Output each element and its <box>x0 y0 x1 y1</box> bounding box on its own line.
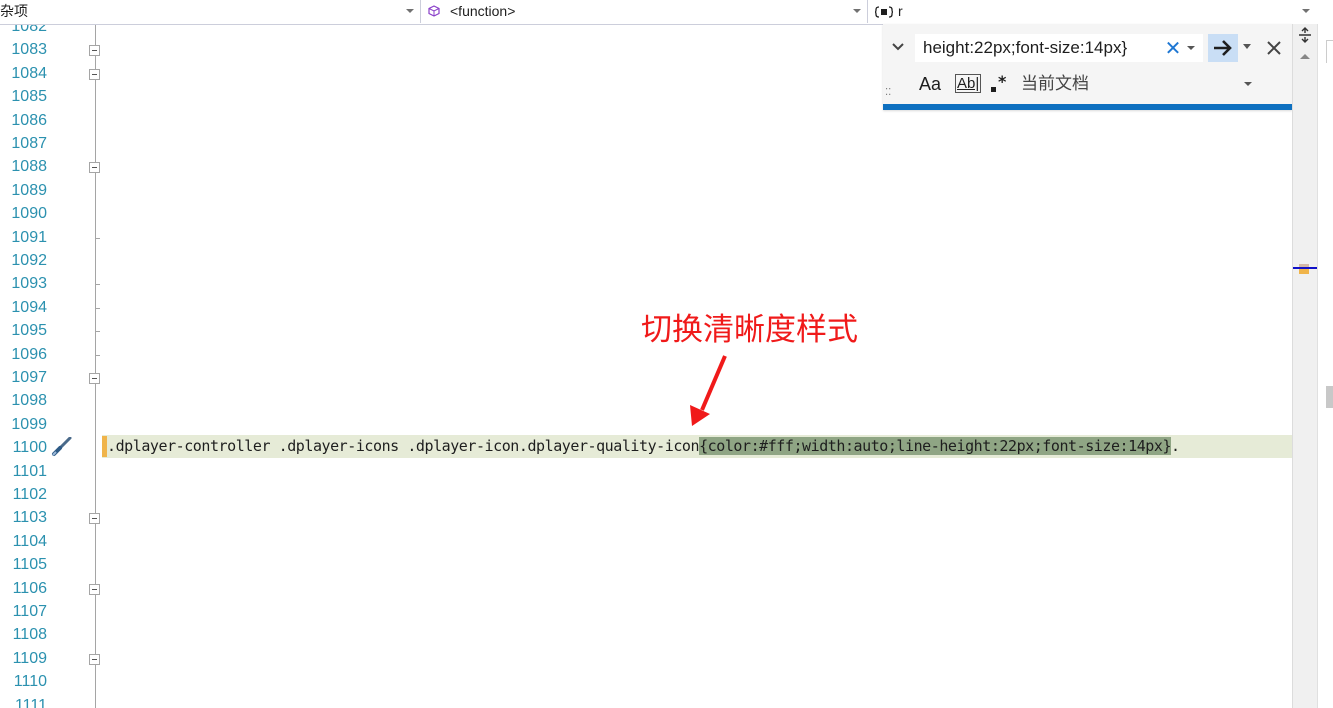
change-marker <box>1299 269 1309 274</box>
line-number: 1085 <box>11 88 47 106</box>
namespace-icon <box>875 6 893 18</box>
current-code-line[interactable]: .dplayer-controller .dplayer-icons .dpla… <box>102 435 1292 458</box>
whole-word-toggle[interactable]: Ab| <box>955 72 982 96</box>
scroll-thumb[interactable] <box>1326 386 1333 408</box>
line-number: 1082 <box>11 25 47 35</box>
line-number: 1083 <box>11 41 47 59</box>
outlining-tick <box>95 284 100 286</box>
line-number: 1099 <box>11 415 47 433</box>
line-number: 1108 <box>12 626 47 644</box>
panel-tab[interactable] <box>1326 40 1333 63</box>
regex-icon[interactable]: * <box>989 72 1009 96</box>
find-input[interactable]: height:22px;font-size:14px} ✕ <box>915 34 1203 62</box>
code-text: .dplayer-controller .dplayer-icons .dpla… <box>107 435 1180 458</box>
line-number: 1094 <box>11 298 47 316</box>
find-widget-accent <box>883 104 1292 110</box>
line-number: 1089 <box>11 181 47 199</box>
clear-icon[interactable]: ✕ <box>1163 38 1183 58</box>
collapse-toggle-icon[interactable] <box>89 513 100 525</box>
collapse-toggle-icon[interactable] <box>89 653 100 665</box>
annotation-label: 切换清晰度样式 <box>641 312 858 347</box>
chevron-down-icon <box>406 9 414 13</box>
search-scope[interactable]: 当前文档 <box>1021 72 1089 96</box>
chevron-down-icon <box>853 9 861 13</box>
vertical-scrollbar[interactable] <box>1292 24 1317 708</box>
outlining-guide <box>95 25 96 708</box>
member-dropdown[interactable]: <function> <box>424 0 868 23</box>
line-number: 1084 <box>11 64 47 82</box>
line-number: 1086 <box>11 111 47 129</box>
line-number: 1100 <box>12 439 47 457</box>
line-number: 1111 <box>14 696 47 708</box>
line-number: 1102 <box>12 486 47 503</box>
code-editor[interactable]: 1082 1083 1084 1085 1086 1087 1088 1089 1090 1091… <box>0 25 1292 708</box>
find-next-button[interactable] <box>1208 34 1238 62</box>
resize-grip-icon[interactable]: ⁚⁚ <box>885 88 895 102</box>
line-number: 1090 <box>11 205 47 223</box>
navigation-bar: 杂项 <function> r <box>0 0 1333 25</box>
line-number: 1109 <box>12 649 47 667</box>
line-number: 1110 <box>13 673 47 691</box>
line-number: 1103 <box>12 509 47 527</box>
scope-dropdown-value: r <box>898 3 903 19</box>
line-number: 1091 <box>11 228 47 246</box>
outlining-tick <box>95 307 100 309</box>
project-dropdown-value: 杂项 <box>0 3 28 19</box>
collapse-toggle-icon[interactable] <box>89 373 100 384</box>
code-suffix: . <box>1171 437 1180 455</box>
chevron-down-icon <box>1302 9 1310 13</box>
line-number: 1087 <box>11 135 47 152</box>
collapse-toggle-icon[interactable] <box>89 162 100 174</box>
outlining-tick <box>95 237 100 239</box>
line-number: 1093 <box>11 275 47 293</box>
line-number: 1095 <box>11 322 47 340</box>
outlining-tick <box>95 354 100 356</box>
line-number: 1106 <box>12 579 47 597</box>
search-match-highlight: {color:#fff;width:auto;line-height:22px;… <box>699 437 1172 455</box>
member-dropdown-value: <function> <box>450 3 516 19</box>
close-icon[interactable] <box>1264 38 1284 58</box>
split-window-icon[interactable] <box>1297 27 1313 43</box>
line-number: 1105 <box>12 556 47 574</box>
whole-word-label: Ab| <box>955 74 982 93</box>
line-number: 1104 <box>12 532 47 550</box>
annotation-arrow <box>690 355 727 426</box>
svg-text:*: * <box>998 72 1007 91</box>
scroll-up-arrow[interactable] <box>1300 54 1310 59</box>
find-input-value: height:22px;font-size:14px} <box>923 38 1128 57</box>
collapse-toggle-icon[interactable] <box>89 583 100 595</box>
line-number: 1098 <box>11 392 47 410</box>
search-history-dropdown[interactable] <box>1187 46 1195 50</box>
paintbrush-icon[interactable] <box>50 437 72 457</box>
line-number: 1097 <box>11 369 47 386</box>
chevron-down-icon[interactable] <box>1244 82 1252 86</box>
line-number: 1088 <box>11 158 47 176</box>
outlining-tick <box>95 331 100 333</box>
side-panel-edge <box>1317 24 1333 708</box>
chevron-down-icon[interactable] <box>891 40 905 54</box>
line-number: 1092 <box>11 252 47 269</box>
cube-icon <box>428 5 440 17</box>
scope-dropdown[interactable]: r <box>870 0 1316 23</box>
collapse-toggle-icon[interactable] <box>89 68 100 80</box>
match-case-toggle[interactable]: Aa <box>919 72 941 96</box>
project-dropdown[interactable]: 杂项 <box>0 0 421 23</box>
collapse-toggle-icon[interactable] <box>89 45 100 57</box>
line-number: 1107 <box>12 603 47 620</box>
find-widget: height:22px;font-size:14px} ✕ Aa Ab| * 当… <box>883 24 1292 110</box>
arrow-right-icon <box>1214 40 1232 56</box>
code-selector: .dplayer-controller .dplayer-icons .dpla… <box>107 437 700 455</box>
find-options-dropdown[interactable] <box>1243 44 1251 49</box>
line-number: 1096 <box>11 345 47 363</box>
line-number: 1101 <box>12 462 47 480</box>
